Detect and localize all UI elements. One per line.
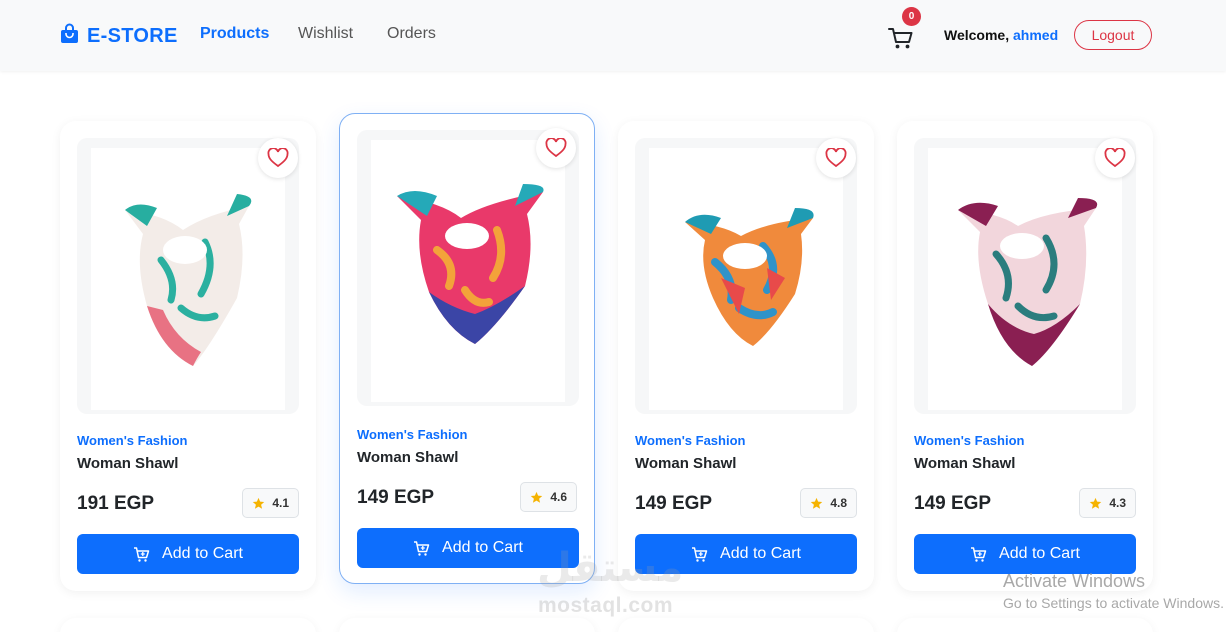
nav-link-wishlist[interactable]: Wishlist — [298, 25, 353, 43]
product-card-partial — [60, 618, 316, 632]
product-card: Women's Fashion Woman Shawl 149 EGP 4.3 … — [897, 121, 1153, 591]
rating-badge: 4.1 — [242, 488, 299, 518]
watermark-logo: مستقل — [537, 545, 684, 591]
product-card: Women's Fashion Woman Shawl 149 EGP 4.6 … — [339, 113, 595, 584]
wishlist-heart-button[interactable] — [536, 128, 576, 168]
product-price: 149 EGP — [357, 487, 435, 508]
cart-count-badge: 0 — [902, 7, 921, 26]
welcome-prefix: Welcome, — [944, 27, 1010, 43]
cart-icon — [888, 28, 913, 49]
product-card-partial — [897, 618, 1153, 632]
rating-badge: 4.6 — [520, 482, 577, 512]
navbar: E-STORE Products Wishlist Orders 0 Welco… — [0, 0, 1226, 71]
product-price: 149 EGP — [914, 493, 992, 514]
activate-windows-notice: Activate Windows Go to Settings to activ… — [1003, 571, 1224, 611]
add-to-cart-button[interactable]: Add to Cart — [77, 534, 299, 574]
product-price: 149 EGP — [635, 493, 713, 514]
heart-icon — [825, 148, 847, 168]
star-icon — [253, 497, 265, 509]
add-to-cart-button[interactable]: Add to Cart — [914, 534, 1136, 574]
logout-button[interactable]: Logout — [1074, 20, 1152, 50]
product-category: Women's Fashion — [635, 433, 746, 448]
product-title: Woman Shawl — [914, 455, 1016, 472]
username: ahmed — [1013, 27, 1059, 43]
star-icon — [811, 497, 823, 509]
scarf-image — [958, 198, 1098, 366]
wishlist-heart-button[interactable] — [1095, 138, 1135, 178]
brand-name: E-STORE — [87, 24, 178, 47]
heart-icon — [267, 148, 289, 168]
activate-windows-title: Activate Windows — [1003, 571, 1146, 591]
watermark-text: mostaql.com — [538, 594, 674, 617]
rating-badge: 4.8 — [800, 488, 857, 518]
product-card-partial — [339, 618, 595, 632]
product-image[interactable] — [77, 138, 299, 414]
welcome-message: Welcome, ahmed — [944, 27, 1058, 43]
product-card-partial — [618, 618, 874, 632]
rating-value: 4.3 — [1109, 496, 1126, 510]
heart-icon — [545, 138, 567, 158]
brand-link[interactable]: E-STORE — [60, 23, 178, 49]
rating-value: 4.8 — [830, 496, 847, 510]
product-title: Woman Shawl — [635, 455, 737, 472]
activate-windows-subtitle: Go to Settings to activate Windows. — [1003, 595, 1224, 611]
product-image[interactable] — [914, 138, 1136, 414]
product-price: 191 EGP — [77, 493, 155, 514]
add-to-cart-label: Add to Cart — [999, 545, 1080, 562]
cart-plus-icon — [971, 546, 987, 562]
heart-icon — [1104, 148, 1126, 168]
wishlist-heart-button[interactable] — [258, 138, 298, 178]
product-image[interactable] — [357, 130, 579, 406]
scarf-image — [397, 184, 544, 344]
cart-plus-icon — [134, 546, 150, 562]
product-category: Women's Fashion — [914, 433, 1025, 448]
nav-link-orders[interactable]: Orders — [387, 25, 436, 43]
product-category: Women's Fashion — [357, 427, 468, 442]
product-category: Women's Fashion — [77, 433, 188, 448]
cart-button[interactable] — [886, 22, 916, 52]
product-image[interactable] — [635, 138, 857, 414]
product-title: Woman Shawl — [77, 455, 179, 472]
rating-badge: 4.3 — [1079, 488, 1136, 518]
shopping-bag-icon — [60, 23, 79, 49]
cart-plus-icon — [414, 540, 430, 556]
add-to-cart-label: Add to Cart — [442, 539, 523, 556]
product-card: Women's Fashion Woman Shawl 191 EGP 4.1 … — [60, 121, 316, 591]
star-icon — [1090, 497, 1102, 509]
scarf-image — [685, 208, 814, 346]
nav-link-products[interactable]: Products — [200, 25, 269, 43]
cart-plus-icon — [692, 546, 708, 562]
wishlist-heart-button[interactable] — [816, 138, 856, 178]
star-icon — [531, 491, 543, 503]
rating-value: 4.1 — [272, 496, 289, 510]
scarf-image — [125, 194, 252, 366]
add-to-cart-label: Add to Cart — [720, 545, 801, 562]
product-card: Women's Fashion Woman Shawl 149 EGP 4.8 … — [618, 121, 874, 591]
add-to-cart-label: Add to Cart — [162, 545, 243, 562]
rating-value: 4.6 — [550, 490, 567, 504]
product-title: Woman Shawl — [357, 449, 459, 466]
